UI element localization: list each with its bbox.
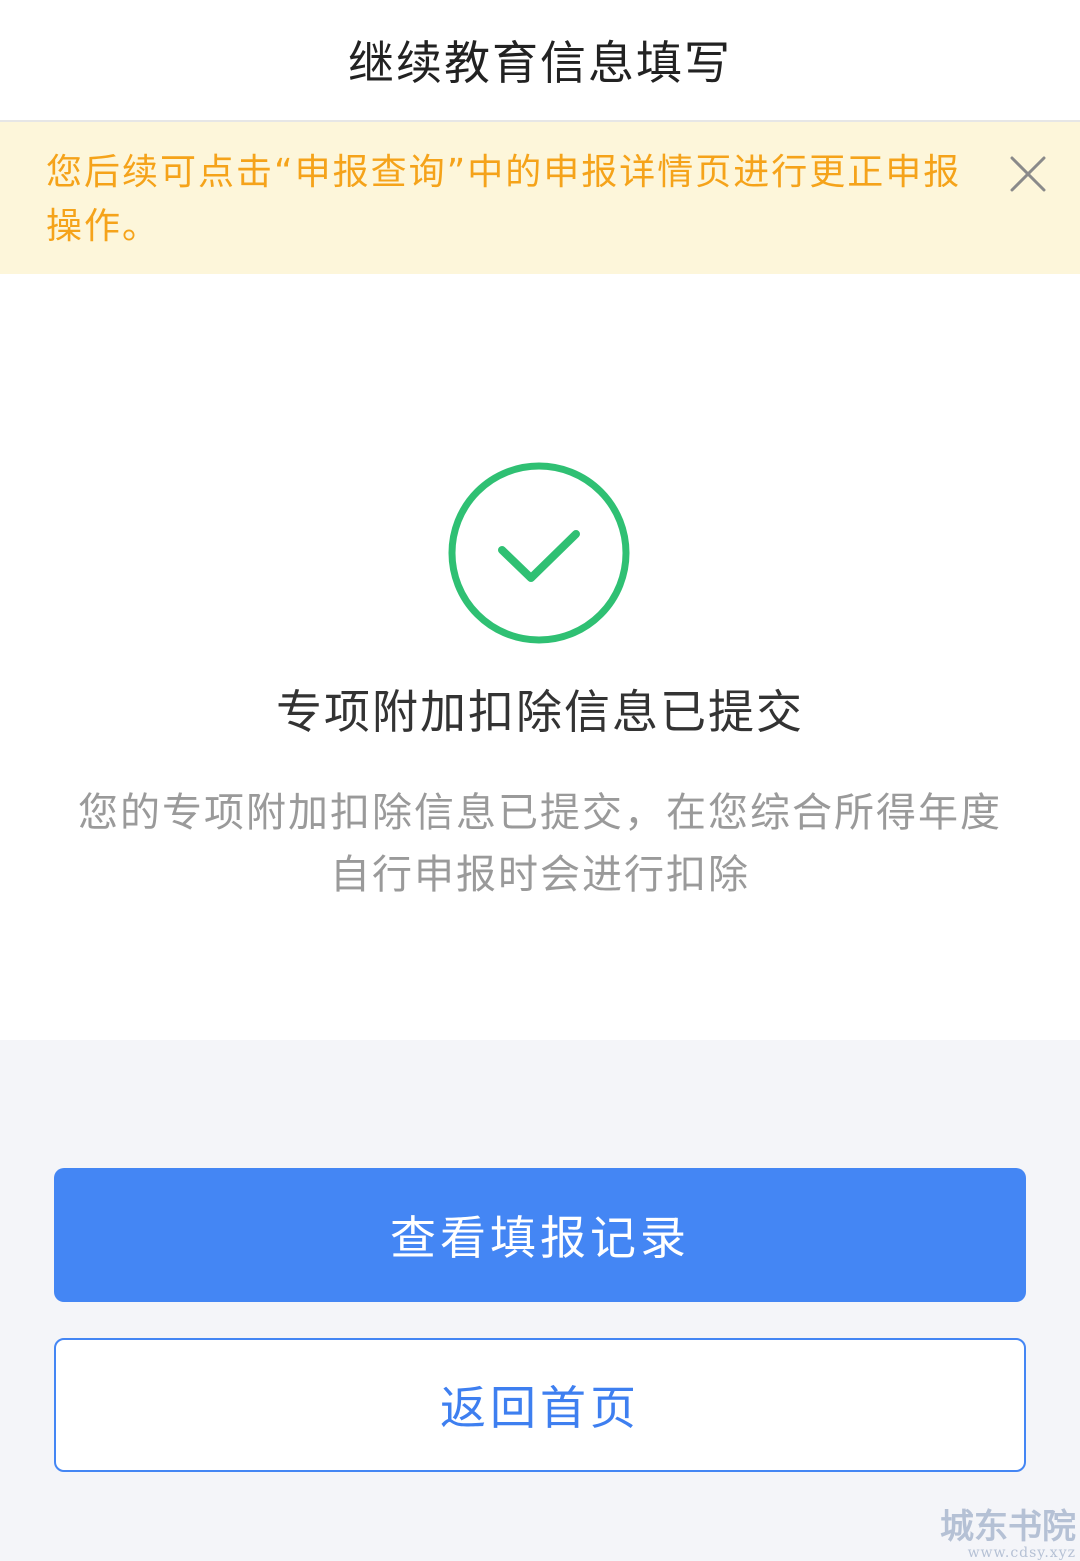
watermark-title: 城东书院 [940, 1507, 1076, 1547]
view-records-button[interactable]: 查看填报记录 [54, 1168, 1026, 1302]
watermark: 城东书院 www.cdsy.xyz [940, 1508, 1076, 1560]
result-description: 您的专项附加扣除信息已提交，在您综合所得年度自行申报时会进行扣除 [78, 790, 1002, 898]
notice-text: 您后续可点击“申报查询”中的申报详情页进行更正申报操作。 [46, 152, 962, 247]
page-header: 继续教育信息填写 [0, 0, 1080, 122]
page-title: 继续教育信息填写 [348, 36, 732, 90]
result-panel: 专项附加扣除信息已提交 您的专项附加扣除信息已提交，在您综合所得年度自行申报时会… [0, 274, 1080, 1040]
check-circle-icon [446, 460, 632, 646]
back-home-button[interactable]: 返回首页 [54, 1338, 1026, 1472]
notice-banner: 您后续可点击“申报查询”中的申报详情页进行更正申报操作。 [0, 122, 1080, 274]
result-heading: 专项附加扣除信息已提交 [276, 685, 804, 739]
watermark-url: www.cdsy.xyz [967, 1545, 1076, 1561]
close-icon[interactable] [1002, 148, 1054, 200]
